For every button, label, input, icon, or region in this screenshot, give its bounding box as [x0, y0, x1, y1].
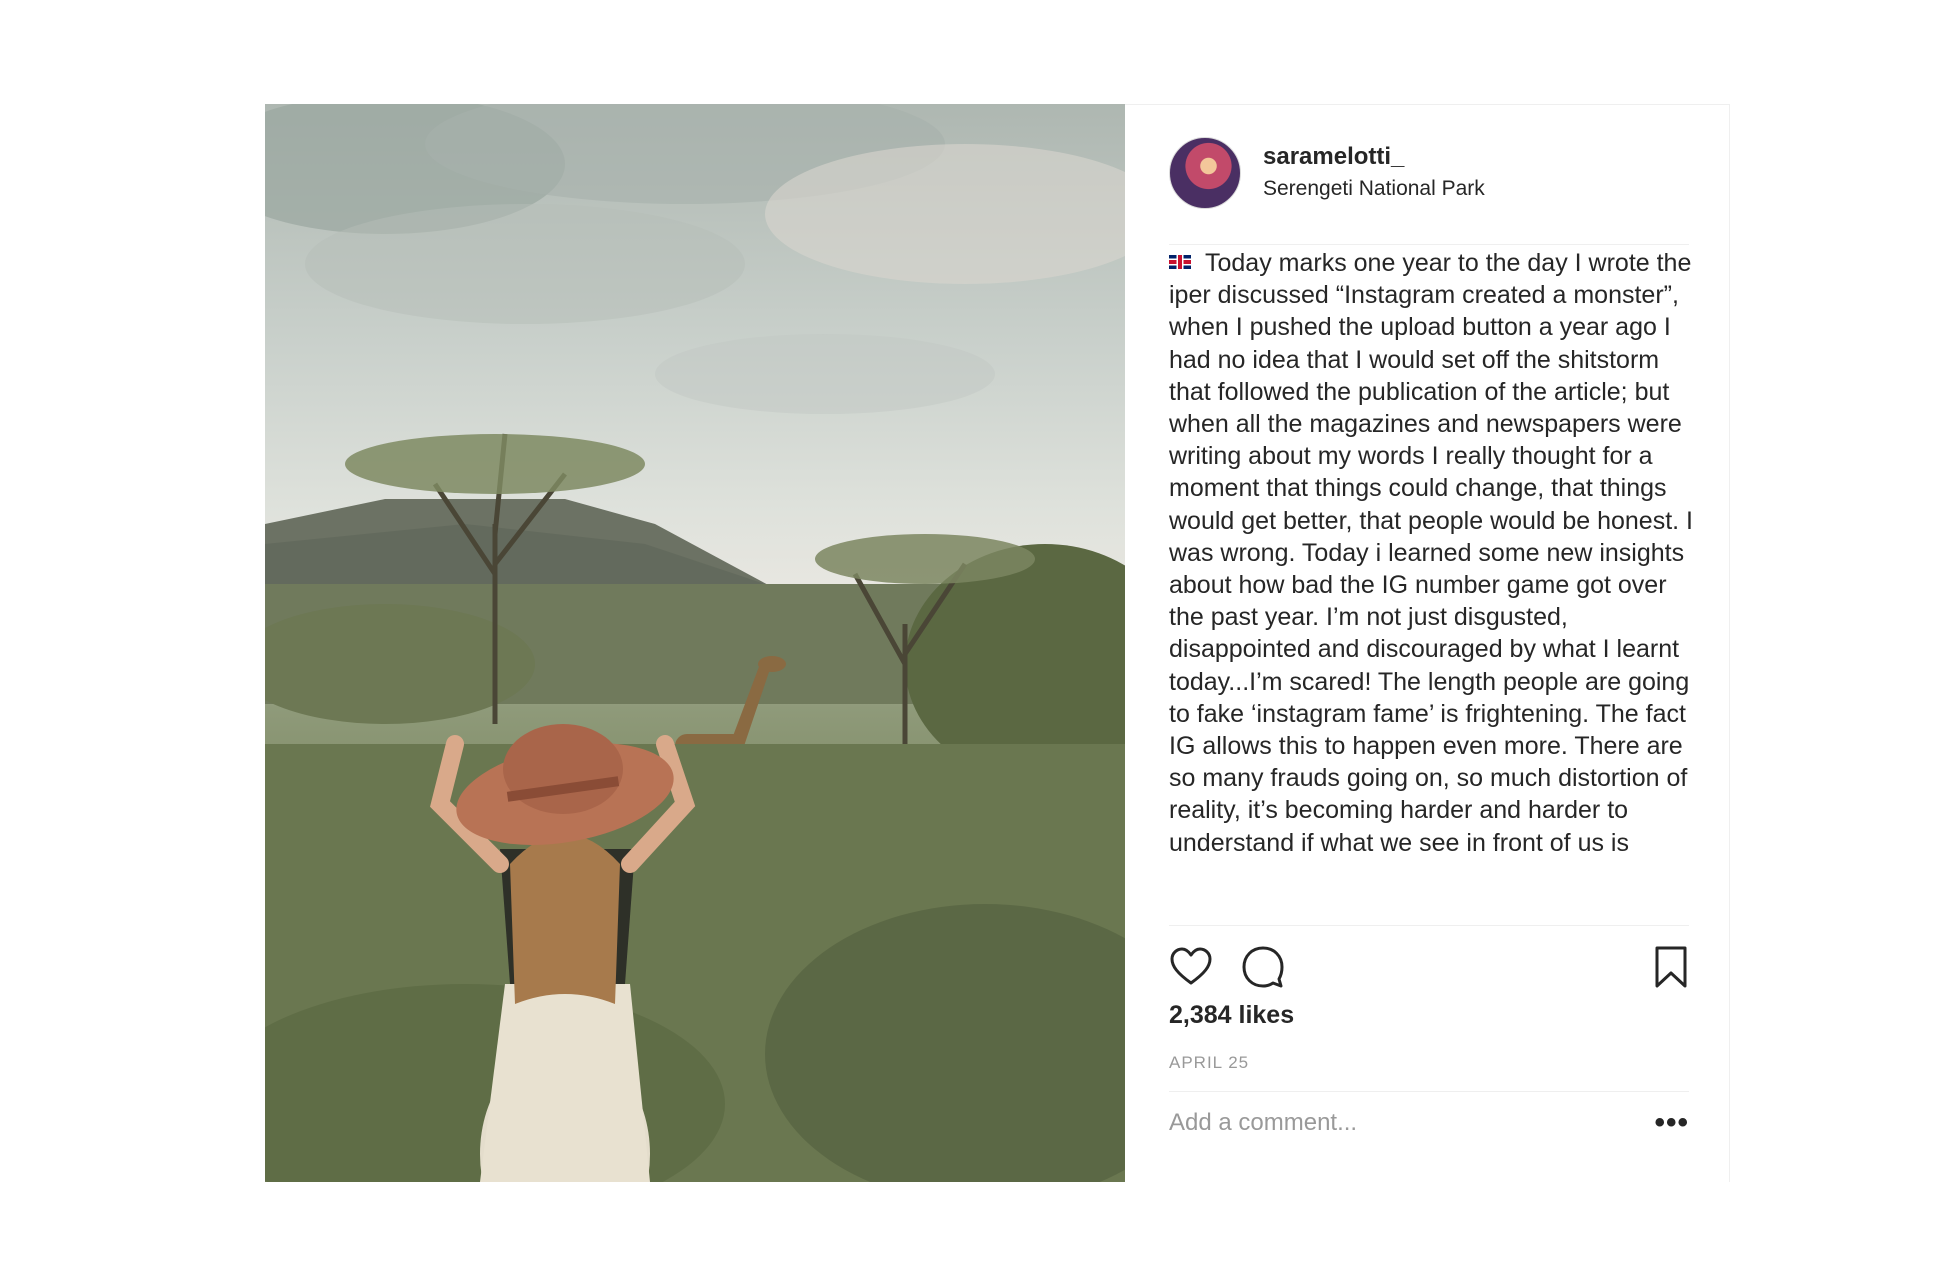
post-date[interactable]: APRIL 25 [1169, 1053, 1249, 1073]
more-options-icon[interactable]: ••• [1654, 1108, 1689, 1138]
divider [1169, 925, 1689, 926]
bookmark-icon[interactable] [1653, 945, 1689, 994]
comment-icon[interactable] [1241, 945, 1285, 994]
divider [1169, 244, 1689, 245]
post-photo[interactable] [265, 104, 1125, 1182]
post-header: saramelotti_ Serengeti National Park [1169, 137, 1485, 209]
instagram-post: saramelotti_ Serengeti National Park Tod… [265, 104, 1731, 1182]
heart-icon[interactable] [1169, 945, 1213, 994]
uk-flag-icon [1169, 255, 1191, 269]
comment-input[interactable] [1169, 1109, 1655, 1137]
location-link[interactable]: Serengeti National Park [1263, 174, 1485, 204]
safari-photo-illustration [265, 104, 1125, 1182]
caption-text: Today marks one year to the day I wrote … [1169, 249, 1693, 857]
comment-bar: ••• [1169, 1077, 1689, 1169]
username-link[interactable]: saramelotti_ [1263, 142, 1485, 172]
post-actions [1169, 945, 1689, 989]
avatar[interactable] [1169, 137, 1241, 209]
likes-count[interactable]: 2,384 likes [1169, 1001, 1294, 1030]
post-side-panel: saramelotti_ Serengeti National Park Tod… [1125, 104, 1730, 1182]
post-caption: Today marks one year to the day I wrote … [1169, 247, 1699, 927]
